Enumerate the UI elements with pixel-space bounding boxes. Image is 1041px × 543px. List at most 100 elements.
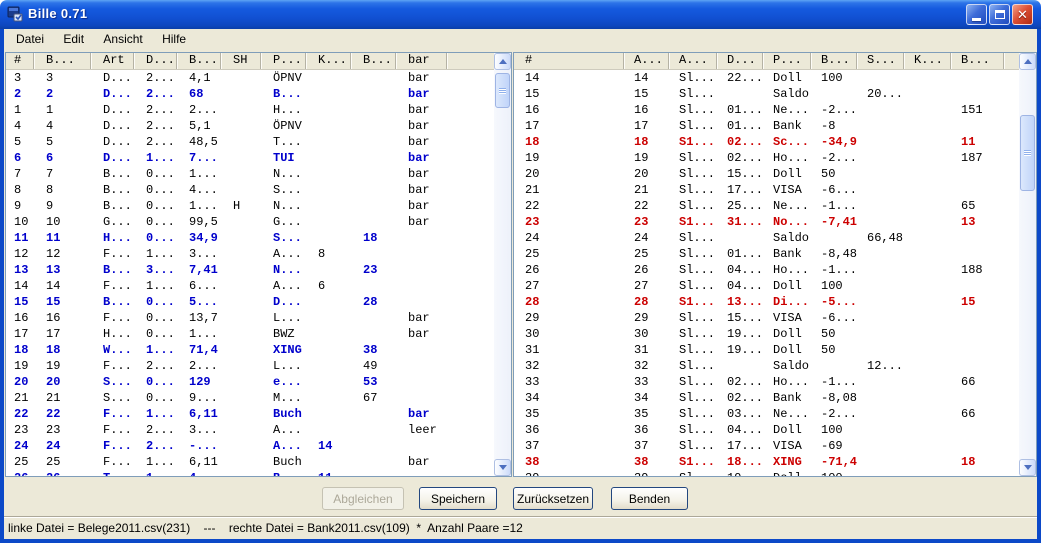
column-header[interactable]: B... (177, 53, 221, 69)
maximize-button[interactable] (989, 4, 1010, 25)
table-row[interactable]: 2121S...0...9...M...67 (6, 390, 494, 406)
table-row[interactable]: 1818W...1...71,4XING38 (6, 342, 494, 358)
zuruecksetzen-button[interactable]: Zurücksetzen (513, 487, 593, 510)
scroll-up-button[interactable] (494, 53, 511, 70)
column-header[interactable]: bar (396, 53, 447, 69)
column-header[interactable]: B... (811, 53, 857, 69)
table-row[interactable]: 3939Sl...19...Doll100 (514, 470, 1019, 476)
table-row[interactable]: 77B...0...1...N...bar (6, 166, 494, 182)
benden-button[interactable]: Benden (611, 487, 688, 510)
left-vertical-scrollbar[interactable] (494, 53, 511, 476)
table-row[interactable]: 3131Sl...19...Doll50 (514, 342, 1019, 358)
table-row[interactable]: 1414F...1...6...A...6 (6, 278, 494, 294)
table-cell (396, 470, 447, 476)
table-row[interactable]: 33D...2...4,1ÖPNVbar (6, 70, 494, 86)
table-row[interactable]: 2626T...1...4...B...11 (6, 470, 494, 476)
scroll-down-button[interactable] (494, 459, 511, 476)
column-header[interactable]: B... (34, 53, 91, 69)
table-row[interactable]: 1515Sl...Saldo20... (514, 86, 1019, 102)
right-vertical-scrollbar[interactable] (1019, 53, 1036, 476)
table-row[interactable]: 1919Sl...02...Ho...-2...187 (514, 150, 1019, 166)
column-header[interactable]: A... (669, 53, 717, 69)
table-row[interactable]: 1111H...0...34,9S...18 (6, 230, 494, 246)
table-cell: Sl... (669, 470, 717, 476)
table-cell (396, 374, 447, 390)
table-row[interactable]: 2121Sl...17...VISA-6... (514, 182, 1019, 198)
menu-hilfe[interactable]: Hilfe (154, 29, 194, 50)
column-header[interactable]: # (6, 53, 34, 69)
column-header[interactable]: A... (624, 53, 669, 69)
scroll-up-button[interactable] (1019, 53, 1036, 70)
table-row[interactable]: 2323S1...31...No...-7,4113 (514, 214, 1019, 230)
table-row[interactable]: 2323F...2...3...A...leer (6, 422, 494, 438)
column-header[interactable]: D... (717, 53, 763, 69)
table-row[interactable]: 1414Sl...22...Doll100 (514, 70, 1019, 86)
column-header[interactable]: # (514, 53, 624, 69)
table-row[interactable]: 2727Sl...04...Doll100 (514, 278, 1019, 294)
table-cell (351, 150, 396, 166)
table-row[interactable]: 66D...1...7...TUIbar (6, 150, 494, 166)
table-row[interactable]: 11D...2...2...H...bar (6, 102, 494, 118)
minimize-button[interactable] (966, 4, 987, 25)
table-row[interactable]: 22D...2...68B...bar (6, 86, 494, 102)
table-row[interactable]: 1313B...3...7,41N...23 (6, 262, 494, 278)
menu-ansicht[interactable]: Ansicht (95, 29, 150, 50)
scroll-down-button[interactable] (1019, 459, 1036, 476)
table-row[interactable]: 55D...2...48,5T...bar (6, 134, 494, 150)
column-header[interactable]: B... (351, 53, 396, 69)
table-row[interactable]: 3232Sl...Saldo12... (514, 358, 1019, 374)
column-header[interactable]: Art (91, 53, 134, 69)
table-row[interactable]: 99B...0...1...HN...bar (6, 198, 494, 214)
table-row[interactable]: 1616Sl...01...Ne...-2...151 (514, 102, 1019, 118)
scroll-down-icon (1024, 465, 1032, 470)
column-header[interactable]: K... (306, 53, 351, 69)
menu-edit[interactable]: Edit (55, 29, 92, 50)
table-row[interactable]: 3838S1...18...XING-71,418 (514, 454, 1019, 470)
close-button[interactable]: ✕ (1012, 4, 1033, 25)
table-row[interactable]: 2222Sl...25...Ne...-1...65 (514, 198, 1019, 214)
scrollbar-thumb[interactable] (495, 73, 510, 108)
table-row[interactable]: 2020S...0...129e...53 (6, 374, 494, 390)
table-row[interactable]: 2222F...1...6,11Buchbar (6, 406, 494, 422)
table-cell: 1... (134, 342, 177, 358)
column-header[interactable]: P... (261, 53, 306, 69)
table-row[interactable]: 3030Sl...19...Doll50 (514, 326, 1019, 342)
column-header[interactable]: S... (857, 53, 904, 69)
table-row[interactable]: 3636Sl...04...Doll100 (514, 422, 1019, 438)
table-cell: bar (396, 118, 447, 134)
table-row[interactable]: 3737Sl...17...VISA-69 (514, 438, 1019, 454)
table-row[interactable]: 1919F...2...2...L...49 (6, 358, 494, 374)
table-cell: -71,4 (811, 454, 857, 470)
table-row[interactable]: 1717Sl...01...Bank-8 (514, 118, 1019, 134)
table-row[interactable]: 1818S1...02...Sc...-34,911 (514, 134, 1019, 150)
table-cell: Sl... (669, 422, 717, 438)
table-row[interactable]: 2525Sl...01...Bank-8,48 (514, 246, 1019, 262)
table-cell: 15... (717, 310, 763, 326)
menu-datei[interactable]: Datei (8, 29, 52, 50)
table-row[interactable]: 2424F...2...-...A...14 (6, 438, 494, 454)
table-row[interactable]: 44D...2...5,1ÖPNVbar (6, 118, 494, 134)
table-row[interactable]: 88B...0...4...S...bar (6, 182, 494, 198)
column-header[interactable]: B... (951, 53, 1004, 69)
table-row[interactable]: 1010G...0...99,5G...bar (6, 214, 494, 230)
speichern-button[interactable]: Speichern (419, 487, 497, 510)
table-row[interactable]: 1616F...0...13,7L...bar (6, 310, 494, 326)
table-row[interactable]: 2525F...1...6,11Buchbar (6, 454, 494, 470)
table-row[interactable]: 1717H...0...1...BWZbar (6, 326, 494, 342)
table-row[interactable]: 3333Sl...02...Ho...-1...66 (514, 374, 1019, 390)
table-row[interactable]: 2929Sl...15...VISA-6... (514, 310, 1019, 326)
table-row[interactable]: 1212F...1...3...A...8 (6, 246, 494, 262)
table-row[interactable]: 2020Sl...15...Doll50 (514, 166, 1019, 182)
table-cell: 5,1 (177, 118, 221, 134)
table-row[interactable]: 3535Sl...03...Ne...-2...66 (514, 406, 1019, 422)
scrollbar-thumb[interactable] (1020, 115, 1035, 191)
table-row[interactable]: 2828S1...13...Di...-5...15 (514, 294, 1019, 310)
column-header[interactable]: K... (904, 53, 951, 69)
column-header[interactable]: D... (134, 53, 177, 69)
column-header[interactable]: P... (763, 53, 811, 69)
table-row[interactable]: 2424Sl...Saldo66,48 (514, 230, 1019, 246)
table-row[interactable]: 1515B...0...5...D...28 (6, 294, 494, 310)
table-row[interactable]: 3434Sl...02...Bank-8,08 (514, 390, 1019, 406)
column-header[interactable]: SH (221, 53, 261, 69)
table-row[interactable]: 2626Sl...04...Ho...-1...188 (514, 262, 1019, 278)
